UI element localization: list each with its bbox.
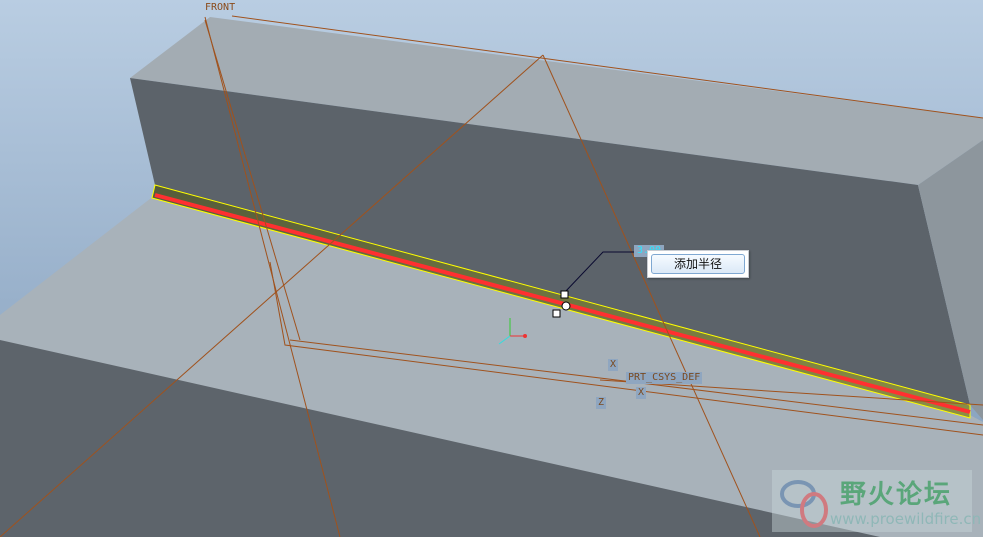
csys-label[interactable]: PRT_CSYS_DEF — [626, 372, 703, 384]
context-popup: 添加半径 — [647, 250, 749, 278]
watermark-url: www.proewildfire.cn — [830, 510, 982, 528]
front-plane-label[interactable]: FRONT — [205, 2, 235, 13]
model-graphics[interactable] — [0, 0, 983, 538]
radius-handle — [561, 301, 571, 311]
axis-z-label: Z — [596, 397, 607, 409]
axis-x-label: X — [608, 359, 619, 371]
watermark: 野火论坛 www.proewildfire.cn — [772, 470, 981, 532]
drag-handle — [552, 309, 561, 318]
axis-x-label: X — [636, 387, 647, 399]
drag-handle — [560, 290, 569, 299]
watermark-title: 野火论坛 — [840, 480, 953, 510]
model-viewport[interactable]: FRONT PRT_CSYS_DEF X X Z 3.00 添加半径 野火论坛 … — [0, 0, 983, 538]
add-radius-button[interactable]: 添加半径 — [651, 254, 745, 274]
watermark-logo-icon — [780, 480, 828, 528]
